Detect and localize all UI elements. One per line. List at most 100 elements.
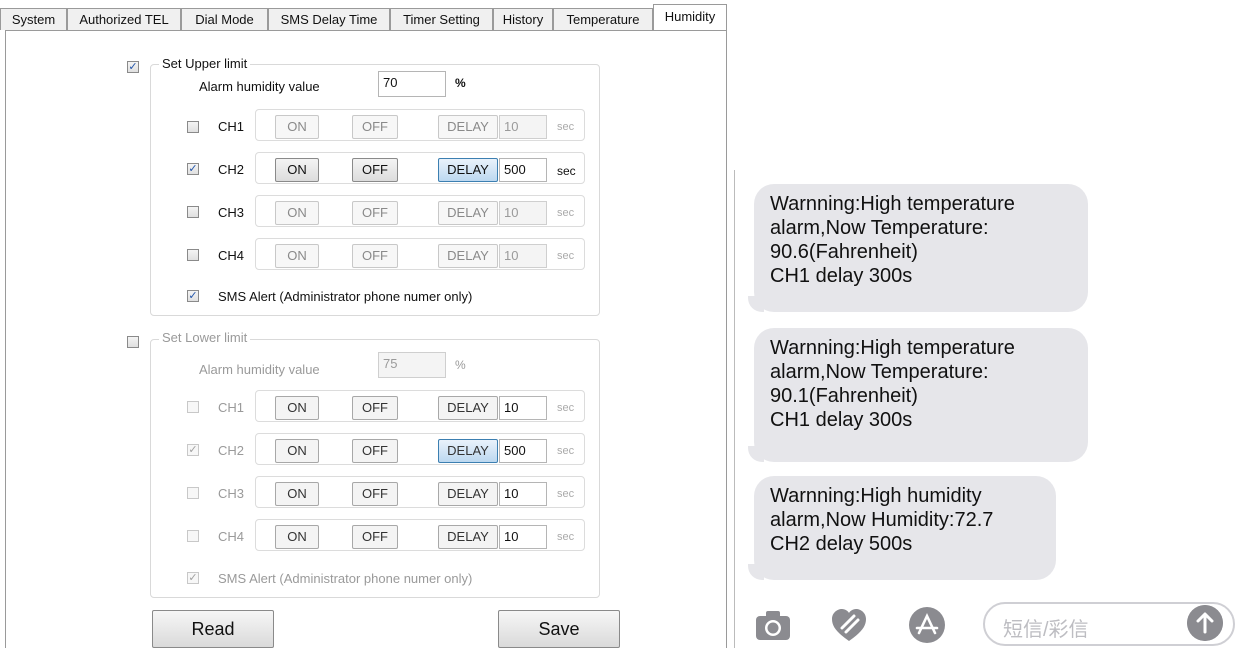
lower-ch3-label: CH3 <box>218 486 245 501</box>
lower-ch2-off-button[interactable]: OFF <box>352 439 398 463</box>
upper-alarm-unit: % <box>455 76 466 90</box>
lower-alarm-input[interactable]: 75 <box>378 352 446 378</box>
upper-ch2-delay-button[interactable]: DELAY <box>438 158 498 182</box>
heart-hand-icon[interactable] <box>828 604 870 646</box>
tab-bar: System Authorized TEL Dial Mode SMS Dela… <box>0 4 730 30</box>
upper-ch2-label: CH2 <box>218 162 245 177</box>
lower-ch1-on-button[interactable]: ON <box>275 396 319 420</box>
lower-ch3-delay-input[interactable]: 10 <box>499 482 547 506</box>
message-line: Warnning:High temperature <box>770 337 1015 359</box>
tab-history[interactable]: History <box>493 8 553 30</box>
upper-ch2-checkbox[interactable]: ✓ <box>187 163 199 175</box>
lower-ch1-row: ON OFF DELAY 10 sec <box>255 390 585 422</box>
lower-ch1-delay-input[interactable]: 10 <box>499 396 547 420</box>
lower-ch3-delay-button[interactable]: DELAY <box>438 482 498 506</box>
message-line: Warnning:High temperature <box>770 193 1015 215</box>
message-bubble: Warnning:High temperature alarm,Now Temp… <box>754 328 1088 462</box>
upper-ch4-delay-button[interactable]: DELAY <box>438 244 498 268</box>
upper-ch3-checkbox[interactable] <box>187 206 199 218</box>
tab-dial-mode[interactable]: Dial Mode <box>181 8 268 30</box>
message-line: alarm,Now Temperature: <box>770 217 989 239</box>
tab-authorized-tel[interactable]: Authorized TEL <box>67 8 181 30</box>
lower-ch4-delay-button[interactable]: DELAY <box>438 525 498 549</box>
lower-ch1-delay-button[interactable]: DELAY <box>438 396 498 420</box>
upper-limit-group <box>150 64 600 316</box>
upper-ch3-sec-label: sec <box>557 207 575 219</box>
upper-ch4-on-button[interactable]: ON <box>275 244 319 268</box>
camera-icon[interactable] <box>752 604 794 646</box>
upper-ch3-off-button[interactable]: OFF <box>352 201 398 225</box>
upper-ch1-sec-label: sec <box>557 121 575 133</box>
lower-alarm-label: Alarm humidity value <box>199 362 320 377</box>
message-line: 90.6(Fahrenheit) <box>770 241 918 263</box>
upper-ch2-delay-input[interactable]: 500 <box>499 158 547 182</box>
save-button[interactable]: Save <box>498 610 620 648</box>
upper-limit-checkbox[interactable]: ✓ <box>127 61 139 73</box>
upper-ch3-label: CH3 <box>218 205 245 220</box>
lower-ch3-on-button[interactable]: ON <box>275 482 319 506</box>
upper-alarm-label: Alarm humidity value <box>199 79 320 94</box>
upper-ch3-on-button[interactable]: ON <box>275 201 319 225</box>
lower-ch1-off-button[interactable]: OFF <box>352 396 398 420</box>
upper-ch2-sec-label: sec <box>557 164 576 178</box>
bubble-tail <box>748 564 764 580</box>
upper-ch3-delay-input[interactable]: 10 <box>499 201 547 225</box>
lower-ch2-on-button[interactable]: ON <box>275 439 319 463</box>
upper-ch4-label: CH4 <box>218 248 245 263</box>
lower-alarm-unit: % <box>455 358 466 372</box>
upper-ch2-off-button[interactable]: OFF <box>352 158 398 182</box>
upper-ch4-row: ON OFF DELAY 10 sec <box>255 238 585 270</box>
upper-ch1-delay-button[interactable]: DELAY <box>438 115 498 139</box>
lower-ch1-sec-label: sec <box>557 402 575 414</box>
upper-sms-alert-label: SMS Alert (Administrator phone numer onl… <box>218 289 473 304</box>
upper-ch2-row: ON OFF DELAY 500 sec <box>255 152 585 184</box>
message-bubble: Warnning:High humidity alarm,Now Humidit… <box>754 476 1056 580</box>
upper-ch1-label: CH1 <box>218 119 245 134</box>
upper-ch1-delay-input[interactable]: 10 <box>499 115 547 139</box>
lower-ch2-delay-button[interactable]: DELAY <box>438 439 498 463</box>
lower-ch4-sec-label: sec <box>557 531 575 543</box>
bubble-tail <box>748 446 764 462</box>
message-line: CH2 delay 500s <box>770 533 913 555</box>
lower-ch4-label: CH4 <box>218 529 245 544</box>
upper-sms-alert-checkbox[interactable]: ✓ <box>187 290 199 302</box>
message-bubble: Warnning:High temperature alarm,Now Temp… <box>754 184 1088 312</box>
tab-system[interactable]: System <box>0 8 67 30</box>
lower-sms-alert-checkbox[interactable]: ✓ <box>187 572 199 584</box>
lower-ch4-on-button[interactable]: ON <box>275 525 319 549</box>
message-line: 90.1(Fahrenheit) <box>770 385 918 407</box>
message-line: CH1 delay 300s <box>770 265 913 287</box>
tab-humidity[interactable]: Humidity <box>653 4 727 30</box>
read-button[interactable]: Read <box>152 610 274 648</box>
lower-ch2-delay-input[interactable]: 500 <box>499 439 547 463</box>
upper-ch1-on-button[interactable]: ON <box>275 115 319 139</box>
panel-divider <box>734 170 735 648</box>
lower-ch4-off-button[interactable]: OFF <box>352 525 398 549</box>
upper-limit-title: Set Upper limit <box>159 56 251 71</box>
lower-ch3-off-button[interactable]: OFF <box>352 482 398 506</box>
upper-ch4-off-button[interactable]: OFF <box>352 244 398 268</box>
arrow-up-icon[interactable] <box>1187 605 1223 641</box>
lower-ch3-checkbox[interactable] <box>187 487 199 499</box>
tab-sms-delay-time[interactable]: SMS Delay Time <box>268 8 390 30</box>
lower-ch4-checkbox[interactable] <box>187 530 199 542</box>
upper-ch3-delay-button[interactable]: DELAY <box>438 201 498 225</box>
lower-ch2-checkbox[interactable]: ✓ <box>187 444 199 456</box>
sms-input-placeholder: 短信/彩信 <box>1003 619 1089 641</box>
tab-timer-setting[interactable]: Timer Setting <box>390 8 493 30</box>
lower-ch4-delay-input[interactable]: 10 <box>499 525 547 549</box>
lower-limit-checkbox[interactable] <box>127 336 139 348</box>
upper-ch4-delay-input[interactable]: 10 <box>499 244 547 268</box>
upper-ch2-on-button[interactable]: ON <box>275 158 319 182</box>
upper-alarm-input[interactable]: 70 <box>378 71 446 97</box>
tab-temperature[interactable]: Temperature <box>553 8 653 30</box>
lower-ch2-label: CH2 <box>218 443 245 458</box>
upper-ch1-checkbox[interactable] <box>187 121 199 133</box>
app-store-icon[interactable] <box>906 604 948 646</box>
lower-ch1-checkbox[interactable] <box>187 401 199 413</box>
upper-ch1-row: ON OFF DELAY 10 sec <box>255 109 585 141</box>
upper-ch1-off-button[interactable]: OFF <box>352 115 398 139</box>
upper-ch4-sec-label: sec <box>557 250 575 262</box>
upper-ch4-checkbox[interactable] <box>187 249 199 261</box>
lower-ch3-row: ON OFF DELAY 10 sec <box>255 476 585 508</box>
